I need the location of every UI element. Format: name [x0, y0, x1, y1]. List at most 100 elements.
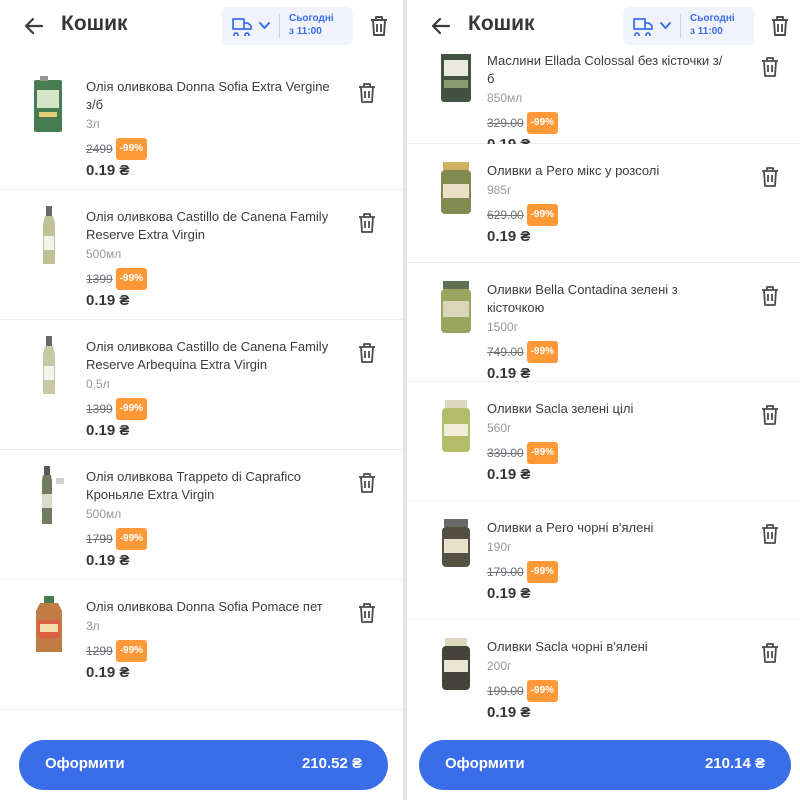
price-row: 1799 -99% [86, 528, 336, 550]
product-info: Олія оливкова Donna Sofia Extra Vergine … [86, 78, 336, 180]
trash-icon[interactable] [760, 285, 780, 307]
cart-item[interactable]: Олія оливкова Castillo de Canena Family … [0, 320, 403, 450]
trash-icon[interactable] [760, 642, 780, 664]
old-price: 329.00 [487, 116, 524, 130]
product-image-olive-jar [442, 638, 470, 690]
product-name: Оливки Sacla чорні в'ялені [487, 639, 648, 654]
product-image-olive-jar [441, 281, 471, 333]
trash-icon[interactable] [760, 523, 780, 545]
cart-total: 210.52 ₴ [301, 755, 362, 772]
delivery-slot-selector[interactable]: Сьогодні з 11:00 [222, 7, 353, 45]
cart-item[interactable]: Оливки Bella Contadina зелені з кісточко… [407, 263, 800, 382]
header: Кошик Сьогодні з 11:00 [0, 0, 403, 54]
product-info: Маслини Ellada Colossal без кісточки з/б… [487, 54, 727, 154]
delivery-time: Сьогодні з 11:00 [289, 12, 351, 38]
current-price: 0.19 ₴ [487, 704, 531, 721]
product-name: Оливки а Pero чорні в'ялені [487, 520, 654, 535]
product-quantity: 190г [487, 540, 512, 554]
discount-badge: -99% [526, 341, 559, 363]
discount-badge: -99% [115, 640, 148, 662]
old-price: 1799 [86, 532, 113, 546]
checkout-bar: Оформити 210.52 ₴ [0, 730, 403, 800]
cart-item[interactable]: Олія оливкова Castillo de Canena Family … [0, 190, 403, 320]
product-info: Оливки Bella Contadina зелені з кісточко… [487, 281, 727, 383]
discount-badge: -99% [526, 204, 559, 226]
price-row: 1399 -99% [86, 398, 336, 420]
trash-icon[interactable] [357, 212, 377, 234]
trash-icon[interactable] [357, 472, 377, 494]
old-price: 749.00 [487, 345, 524, 359]
product-quantity: 985г [487, 183, 512, 197]
trash-icon[interactable] [760, 56, 780, 78]
product-info: Оливки Sacla зелені цілі 560г 339.00 -99… [487, 400, 727, 484]
price-row: 1399 -99% [86, 268, 336, 290]
current-price: 0.19 ₴ [487, 228, 531, 245]
delivery-day: Сьогодні [690, 13, 735, 24]
checkout-button[interactable]: Оформити 210.52 ₴ [19, 740, 388, 790]
product-info: Оливки а Pero мікс у розсолі 985г 629.00… [487, 162, 727, 246]
product-name: Олія оливкова Castillo de Canena Family … [86, 339, 329, 372]
product-quantity: 500мл [86, 247, 122, 261]
product-info: Олія оливкова Castillo de Canena Family … [86, 208, 336, 310]
product-quantity: 3л [86, 117, 100, 131]
delivery-slot-selector[interactable]: Сьогодні з 11:00 [623, 7, 754, 45]
trash-icon[interactable] [357, 602, 377, 624]
checkout-button[interactable]: Оформити 210.14 ₴ [419, 740, 791, 790]
arrow-left-icon[interactable] [22, 14, 46, 38]
cart-item[interactable]: Маслини Ellada Colossal без кісточки з/б… [407, 54, 800, 153]
cart-item[interactable]: Оливки Sacla чорні в'ялені 200г 199.00 -… [407, 620, 800, 730]
chevron-down-icon [660, 22, 671, 29]
cart-screen-left: Кошик Сьогодні з 11:00 Олія оливкова Don… [0, 0, 403, 800]
delivery-divider [279, 14, 280, 38]
page-title: Кошик [468, 12, 535, 35]
product-image-olive-oil-bottle [43, 336, 55, 394]
product-quantity: 200г [487, 659, 512, 673]
delivery-time: Сьогодні з 11:00 [690, 12, 752, 38]
product-image-olive-jar [441, 162, 471, 214]
current-price: 0.19 ₴ [86, 292, 130, 309]
product-quantity: 560г [487, 421, 512, 435]
delivery-day: Сьогодні [289, 13, 334, 24]
delivery-hour: з 11:00 [289, 26, 322, 37]
price-row: 749.00 -99% [487, 341, 727, 363]
product-image-olive-jar [442, 519, 470, 567]
cart-screen-right: Кошик Сьогодні з 11:00 Маслини Ellada Co… [407, 0, 800, 800]
discount-badge: -99% [115, 268, 148, 290]
cart-item[interactable]: Олія оливкова Donna Sofia Pomace пет 3л … [0, 580, 403, 710]
product-quantity: 3л [86, 619, 100, 633]
price-row: 339.00 -99% [487, 442, 727, 464]
current-price: 0.19 ₴ [487, 585, 531, 602]
product-name: Оливки Bella Contadina зелені з кісточко… [487, 282, 678, 315]
arrow-left-icon[interactable] [429, 14, 453, 38]
product-info: Олія оливкова Donna Sofia Pomace пет 3л … [86, 598, 336, 682]
chevron-down-icon [259, 22, 270, 29]
cart-item[interactable]: Оливки а Pero мікс у розсолі 985г 629.00… [407, 144, 800, 263]
trash-icon[interactable] [760, 166, 780, 188]
old-price: 1299 [86, 644, 113, 658]
delivery-truck-icon [633, 18, 653, 36]
cart-item[interactable]: Оливки Sacla зелені цілі 560г 339.00 -99… [407, 382, 800, 501]
discount-badge: -99% [526, 442, 559, 464]
cart-item[interactable]: Олія оливкова Trappeto di Caprafico Крон… [0, 450, 403, 580]
trash-icon[interactable] [760, 404, 780, 426]
discount-badge: -99% [526, 680, 559, 702]
trash-icon[interactable] [357, 342, 377, 364]
product-info: Оливки а Pero чорні в'ялені 190г 179.00 … [487, 519, 727, 603]
cart-item[interactable]: Оливки а Pero чорні в'ялені 190г 179.00 … [407, 501, 800, 620]
old-price: 179.00 [487, 565, 524, 579]
old-price: 1399 [86, 272, 113, 286]
product-quantity: 1500г [487, 320, 519, 334]
cart-item[interactable]: Олія оливкова Donna Sofia Extra Vergine … [0, 60, 403, 190]
old-price: 339.00 [487, 446, 524, 460]
product-image-olive-oil-bottle [42, 466, 64, 524]
checkout-bar: Оформити 210.14 ₴ [407, 730, 800, 800]
price-row: 629.00 -99% [487, 204, 727, 226]
product-image-olive-jar [442, 400, 470, 452]
side-by-side-screens: Кошик Сьогодні з 11:00 Олія оливкова Don… [0, 0, 800, 800]
trash-icon[interactable] [357, 82, 377, 104]
product-name: Олія оливкова Trappeto di Caprafico Крон… [86, 469, 301, 502]
clear-cart-trash-icon[interactable] [368, 14, 390, 38]
clear-cart-trash-icon[interactable] [769, 14, 791, 38]
cart-item-list: Олія оливкова Donna Sofia Extra Vergine … [0, 54, 403, 730]
product-info: Оливки Sacla чорні в'ялені 200г 199.00 -… [487, 638, 727, 722]
